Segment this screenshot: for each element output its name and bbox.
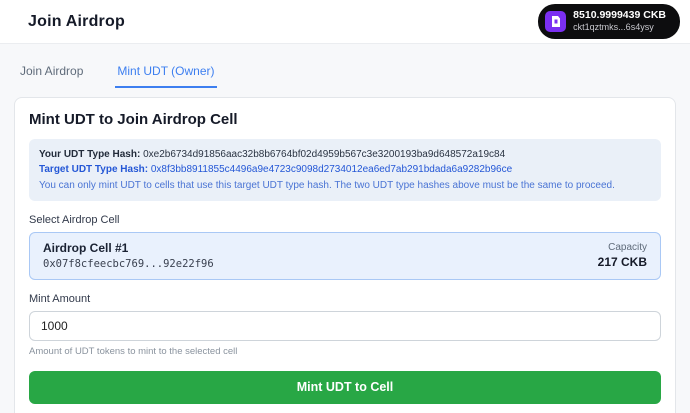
mint-amount-input[interactable]	[29, 311, 661, 341]
header: Join Airdrop 8510.9999439 CKB ckt1qztmks…	[0, 0, 690, 44]
airdrop-cell-name: Airdrop Cell #1	[43, 241, 129, 255]
tab-bar: Join Airdrop Mint UDT (Owner)	[0, 44, 690, 88]
airdrop-cell-outpoint: 0x07f8cfeecbc769...92e22f96	[43, 258, 214, 270]
your-udt-type-hash-label: Your UDT Type Hash:	[39, 149, 141, 160]
capacity-label: Capacity	[608, 242, 647, 253]
tab-mint-udt-owner[interactable]: Mint UDT (Owner)	[115, 60, 217, 88]
capacity-value: 217 CKB	[597, 255, 647, 269]
your-udt-type-hash-line: Your UDT Type Hash: 0xe2b6734d91856aac32…	[39, 147, 651, 162]
wallet-address: ckt1qztmks...6s4ysy	[573, 22, 654, 33]
mint-udt-to-cell-button[interactable]: Mint UDT to Cell	[29, 371, 661, 404]
target-udt-type-hash-line: Target UDT Type Hash: 0x8f3bb8911855c449…	[39, 162, 651, 177]
mint-amount-label: Mint Amount	[29, 293, 91, 305]
hash-match-note: You can only mint UDT to cells that use …	[39, 180, 615, 191]
udt-hash-info-box: Your UDT Type Hash: 0xe2b6734d91856aac32…	[29, 139, 661, 201]
airdrop-cell-info: Airdrop Cell #1 0x07f8cfeecbc769...92e22…	[43, 241, 214, 270]
wallet-info: 8510.9999439 CKB ckt1qztmks...6s4ysy	[573, 9, 666, 33]
target-udt-type-hash-label: Target UDT Type Hash:	[39, 164, 149, 175]
mint-amount-helper: Amount of UDT tokens to mint to the sele…	[29, 346, 238, 357]
mint-udt-card: Mint UDT to Join Airdrop Cell Your UDT T…	[14, 97, 676, 413]
wallet-icon	[545, 11, 567, 32]
select-airdrop-cell-label: Select Airdrop Cell	[29, 214, 120, 226]
page-title: Join Airdrop	[28, 12, 125, 30]
wallet-balance: 8510.9999439 CKB	[573, 9, 666, 22]
tab-join-airdrop[interactable]: Join Airdrop	[18, 60, 85, 88]
wallet-badge[interactable]: 8510.9999439 CKB ckt1qztmks...6s4ysy	[538, 4, 680, 39]
airdrop-cell-option[interactable]: Airdrop Cell #1 0x07f8cfeecbc769...92e22…	[29, 232, 661, 280]
airdrop-cell-capacity: Capacity 217 CKB	[598, 242, 647, 269]
target-udt-type-hash-value: 0x8f3bb8911855c4496a9e4723c9098d2734012e…	[150, 164, 513, 175]
card-title: Mint UDT to Join Airdrop Cell	[29, 111, 238, 128]
your-udt-type-hash-value: 0xe2b6734d91856aac32b8b6764bf02d4959b567…	[143, 149, 506, 160]
